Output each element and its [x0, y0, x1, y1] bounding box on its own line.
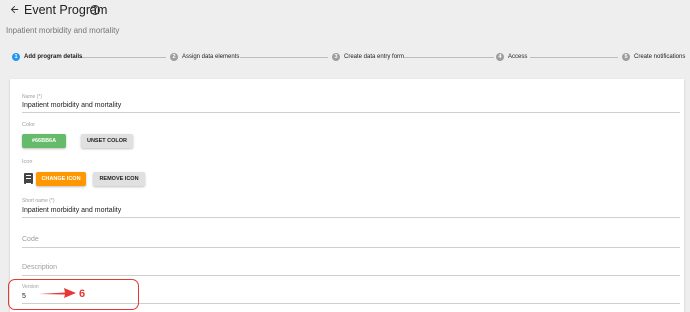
- step-create-data-entry-form[interactable]: 3 Create data entry form: [332, 52, 404, 62]
- step-connector: [404, 57, 494, 58]
- help-icon[interactable]: ?: [90, 5, 100, 15]
- description-input[interactable]: Description: [22, 264, 57, 271]
- annotation-arrow-icon: [37, 286, 77, 305]
- code-underline: [22, 247, 680, 248]
- step-create-notifications[interactable]: 5 Create notifications: [622, 52, 685, 62]
- step-number: 3: [332, 53, 340, 61]
- change-icon-button[interactable]: CHANGE ICON: [36, 172, 86, 186]
- step-connector: [78, 57, 166, 58]
- remove-icon-button[interactable]: REMOVE ICON: [93, 172, 145, 186]
- back-arrow-icon[interactable]: [9, 4, 23, 18]
- description-underline: [22, 275, 680, 276]
- name-label: Name (*): [22, 94, 43, 100]
- step-connector: [240, 57, 328, 58]
- unset-color-button[interactable]: UNSET COLOR: [81, 134, 133, 148]
- wizard-stepper: 1 Add program details 2 Assign data elem…: [0, 48, 690, 66]
- step-number: 2: [170, 53, 178, 61]
- step-number: 4: [496, 53, 504, 61]
- step-label: Add program details: [24, 54, 83, 60]
- step-label: Assign data elements: [182, 54, 240, 60]
- name-underline: [22, 112, 680, 113]
- color-label: Color: [22, 122, 36, 128]
- icon-label: Icon: [22, 159, 33, 165]
- code-input[interactable]: Code: [22, 236, 39, 243]
- color-picker-button[interactable]: #66BB6A: [22, 134, 66, 148]
- step-label: Access: [508, 54, 528, 60]
- program-details-form: Name (*) Inpatient morbidity and mortali…: [10, 79, 684, 312]
- step-label: Create data entry form: [344, 54, 405, 60]
- short-name-underline: [22, 217, 680, 218]
- program-subtitle: Inpatient morbidity and mortality: [6, 26, 120, 35]
- clipboard-icon: [24, 173, 33, 184]
- step-number: 5: [622, 53, 630, 61]
- step-access[interactable]: 4 Access: [496, 52, 527, 62]
- step-add-program-details[interactable]: 1 Add program details: [12, 52, 82, 62]
- short-name-label: Short name (*): [22, 198, 55, 204]
- app-header: Event Program ? Inpatient morbidity and …: [0, 0, 690, 40]
- short-name-input[interactable]: Inpatient morbidity and mortality: [22, 207, 121, 214]
- step-number: 1: [12, 53, 20, 61]
- name-input[interactable]: Inpatient morbidity and mortality: [22, 102, 121, 109]
- step-assign-data-elements[interactable]: 2 Assign data elements: [170, 52, 239, 62]
- step-label: Create notifications: [634, 54, 686, 60]
- annotation-number: 6: [79, 288, 86, 300]
- step-connector: [530, 57, 618, 58]
